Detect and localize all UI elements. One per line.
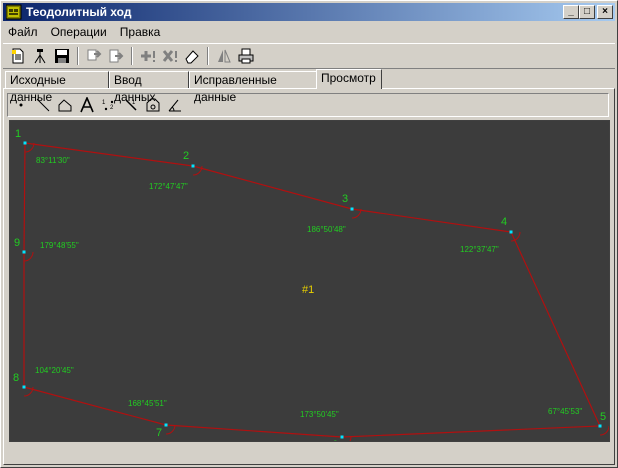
toolbar-separator (77, 47, 79, 65)
angle-label-2: 172°47'47" (149, 182, 188, 191)
theodolite-icon (34, 49, 46, 64)
drawing-toolbar: 21 1 (7, 93, 609, 117)
tab-strip: Исходные данные Ввод данных Исправленные… (3, 69, 615, 104)
vertex-marker-5 (598, 424, 602, 428)
area-tool-button[interactable] (143, 96, 163, 114)
vertex-marker-8 (22, 385, 26, 389)
menu-edit[interactable]: Правка (115, 23, 166, 41)
tab-view[interactable]: Просмотр (316, 69, 382, 89)
vertex-marker-9 (22, 250, 26, 254)
angle-label-4: 122°37'47" (460, 245, 499, 254)
toolbar-separator (131, 47, 133, 65)
theodolite-button[interactable] (29, 46, 51, 66)
mirror-icon (218, 49, 231, 63)
vertex-number-4: 4 (501, 216, 507, 228)
angle-label-1: 83°11'30" (36, 156, 70, 165)
traverse-canvas[interactable]: 1 83°11'30" 2 172°47'47" 3 186°50'48" 4 122°37'… (9, 120, 610, 442)
copy-icon (87, 49, 102, 61)
angle-label-3: 186°50'48" (307, 225, 346, 234)
vertex-number-5: 5 (600, 411, 606, 423)
vertex-marker-3 (350, 207, 354, 211)
point-tool-button[interactable] (11, 96, 31, 114)
vertex-marker-4 (509, 230, 513, 234)
menu-bar: Файл Операции Правка (3, 23, 615, 41)
app-icon (6, 4, 22, 20)
save-icon (55, 49, 69, 63)
line-tool-button[interactable] (33, 96, 53, 114)
angle-label-6: 173°50'45" (300, 410, 339, 419)
polygon-tool-button[interactable] (55, 96, 75, 114)
window-title: Теодолитный ход (26, 5, 132, 19)
text-tool-icon (80, 97, 94, 113)
angle-tool-button[interactable] (165, 96, 185, 114)
tab-corrected-data[interactable]: Исправленные данные (189, 71, 317, 104)
save-button[interactable] (51, 46, 73, 66)
minimize-button[interactable]: _ (563, 5, 579, 19)
paste-icon (109, 49, 124, 63)
tab-label: Просмотр (321, 71, 376, 85)
add-point-button[interactable] (137, 46, 159, 66)
angle-label-7: 168°45'51" (128, 399, 167, 408)
print-button[interactable] (235, 46, 257, 66)
svg-text:1: 1 (102, 100, 106, 106)
new-document-icon (12, 48, 24, 64)
area-tool-icon (146, 98, 160, 112)
vertex-number-3: 3 (342, 193, 348, 205)
paste-button[interactable] (105, 46, 127, 66)
delete-point-button[interactable] (159, 46, 181, 66)
line-numbers-button[interactable]: 1 (121, 96, 141, 114)
vertex-number-9: 9 (14, 237, 20, 249)
text-tool-button[interactable] (77, 96, 97, 114)
add-point-icon (141, 51, 155, 62)
close-icon: × (602, 6, 608, 17)
menu-file[interactable]: Файл (3, 23, 43, 41)
point-numbers-button[interactable]: 21 (99, 96, 119, 114)
mirror-button[interactable] (213, 46, 235, 66)
main-window: Теодолитный ход _ □ × Файл Операции Прав… (0, 0, 618, 468)
vertex-number-6: 6 (332, 439, 338, 442)
close-button[interactable]: × (597, 5, 613, 19)
title-bar[interactable]: Теодолитный ход _ □ × (3, 3, 615, 21)
point-tool-icon (19, 103, 23, 107)
vertex-number-1: 1 (15, 128, 21, 140)
tab-source-data[interactable]: Исходные данные (5, 71, 109, 104)
print-icon (238, 48, 254, 64)
vertex-marker-1 (23, 141, 27, 145)
svg-text:2: 2 (110, 105, 114, 111)
line-tool-icon (36, 98, 50, 112)
eraser-icon (185, 50, 199, 64)
polygon-tool-icon (58, 99, 72, 112)
toolbar (3, 43, 615, 69)
vertex-number-2: 2 (183, 150, 189, 162)
delete-point-icon (162, 50, 177, 62)
tab-input-data[interactable]: Ввод данных (109, 71, 189, 104)
maximize-button[interactable]: □ (579, 5, 595, 19)
angle-label-5: 67°45'53" (548, 407, 582, 416)
polygon-center-label: #1 (302, 284, 314, 296)
vertex-number-8: 8 (13, 372, 19, 384)
svg-text:1: 1 (132, 100, 136, 106)
menu-operations[interactable]: Операции (46, 23, 112, 41)
toolbar-separator (207, 47, 209, 65)
lines-numbers-icon: 1 (125, 99, 137, 111)
new-document-button[interactable] (7, 46, 29, 66)
angle-label-9: 179°48'55" (40, 241, 79, 250)
point-numbers-icon: 21 (102, 100, 114, 111)
eraser-button[interactable] (181, 46, 203, 66)
vertex-marker-2 (191, 164, 195, 168)
angle-label-8: 104°20'45" (35, 366, 74, 375)
vertex-marker-6 (340, 435, 344, 439)
angle-tool-icon (168, 99, 181, 112)
vertex-number-7: 7 (156, 427, 162, 439)
copy-button[interactable] (83, 46, 105, 66)
traverse-plot: 1 83°11'30" 2 172°47'47" 3 186°50'48" 4 122°37'… (13, 128, 609, 442)
maximize-icon: □ (583, 6, 591, 17)
minimize-icon: _ (568, 6, 574, 17)
vertex-marker-7 (164, 423, 168, 427)
